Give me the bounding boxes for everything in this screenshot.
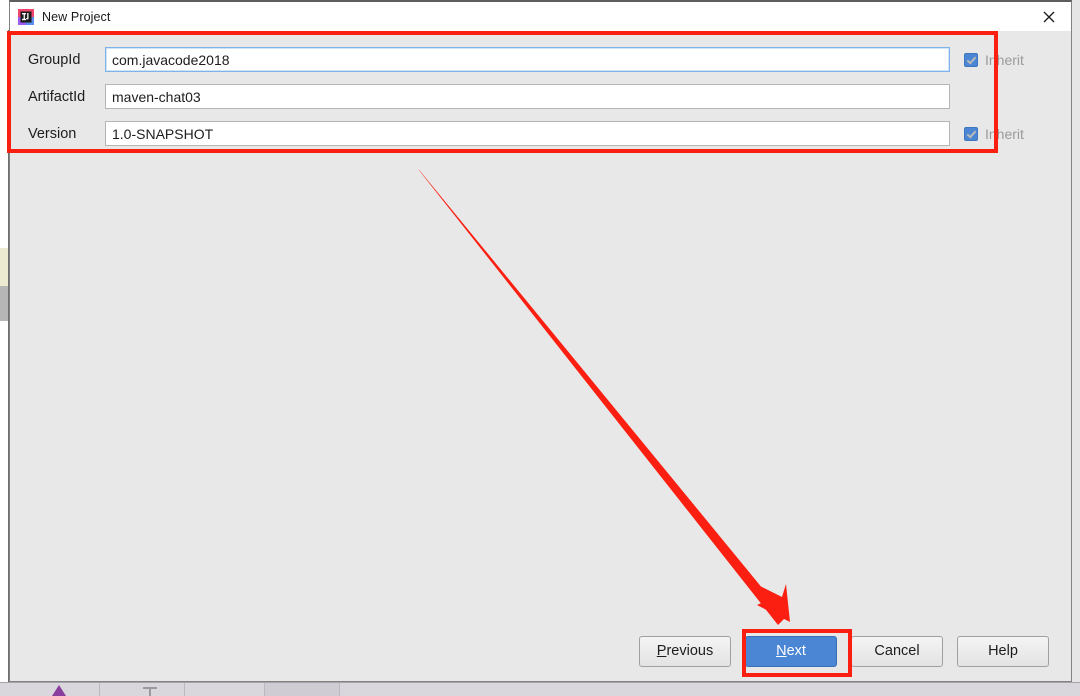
version-inherit-checkbox[interactable]: Inherit [950,126,1055,142]
checkbox-checked-icon[interactable] [964,126,978,141]
taskbar-item[interactable] [265,683,340,696]
taskbar [0,682,1080,696]
form-row-groupid: GroupId Inherit [19,41,1055,78]
previous-button[interactable]: Previous [639,635,731,667]
next-button[interactable]: Next [745,635,837,667]
taskbar-item[interactable] [185,683,265,696]
intellij-idea-icon [18,8,34,25]
plus-icon [143,687,157,696]
checkbox-checked-icon[interactable] [964,52,978,67]
groupid-input[interactable] [105,47,950,72]
artifactid-label: ArtifactId [28,88,86,105]
dialog-content-area: GroupId Inherit ArtifactId Inherit Versi… [10,31,1071,621]
background-right-strip [1072,0,1080,682]
next-button-label: ext [786,643,806,659]
dialog-title-bar: New Project [10,2,1071,31]
form-row-version: Version Inherit [19,115,1055,152]
help-button[interactable]: Help [957,635,1049,667]
version-inherit-label: Inherit [985,125,1024,142]
groupid-label: GroupId [28,51,81,68]
new-project-dialog: New Project GroupId Inherit ArtifactId [9,0,1072,682]
dialog-title: New Project [42,9,111,24]
cancel-button-label: Cancel [874,643,920,659]
version-label: Version [28,125,77,142]
next-button-mnemonic: N [776,643,787,659]
previous-button-label: revious [666,643,714,659]
version-input[interactable] [105,121,950,146]
close-icon[interactable] [1027,2,1071,31]
maven-coordinates-form: GroupId Inherit ArtifactId Inherit Versi… [19,41,1055,152]
groupid-inherit-checkbox[interactable]: Inherit [950,52,1055,68]
artifactid-input[interactable] [105,84,950,109]
purple-triangle-icon [52,685,66,696]
groupid-inherit-label: Inherit [985,51,1024,68]
dialog-button-bar: Previous Next Cancel Help [10,621,1071,681]
cancel-button[interactable]: Cancel [851,635,943,667]
help-button-label: Help [988,643,1018,659]
previous-button-mnemonic: P [656,643,667,659]
form-row-artifactid: ArtifactId Inherit [19,78,1055,115]
